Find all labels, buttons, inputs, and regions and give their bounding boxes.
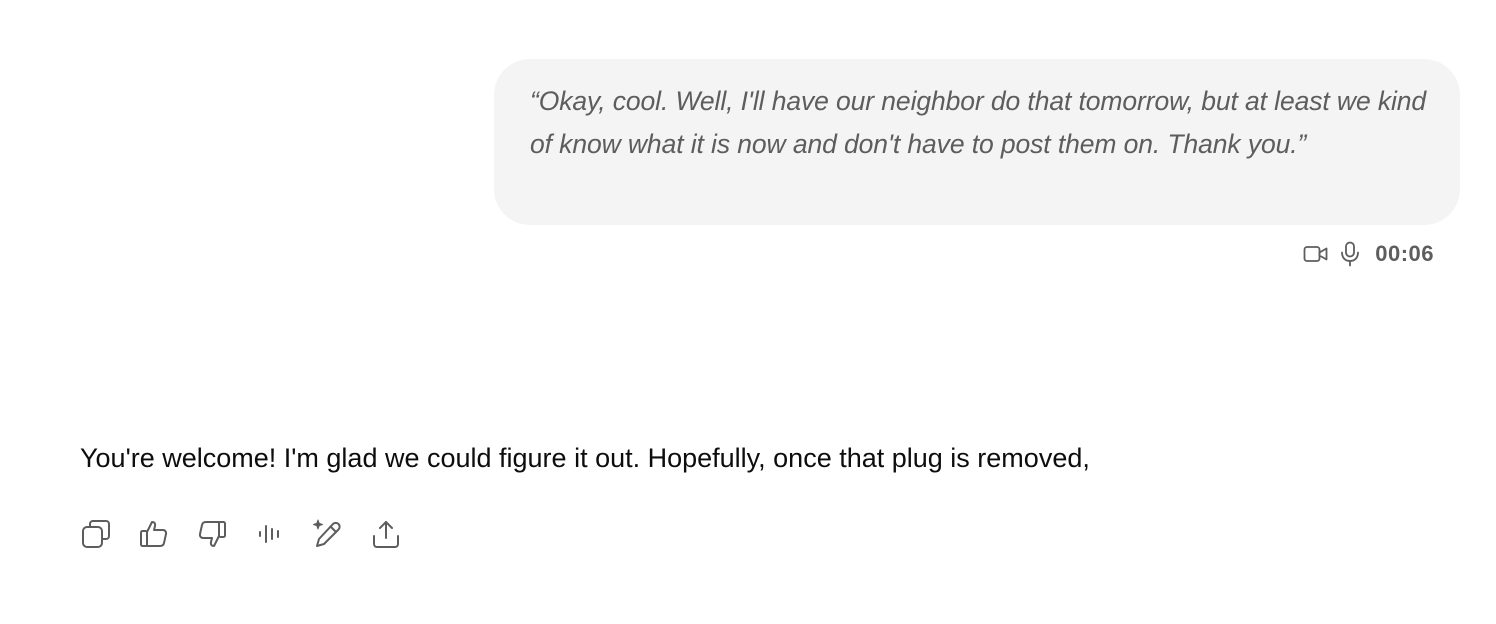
share-button[interactable]: [368, 514, 404, 554]
share-upload-icon: [370, 518, 402, 550]
copy-icon: [80, 518, 112, 550]
message-action-bar: [78, 514, 404, 554]
audio-waveform-icon: [254, 518, 286, 550]
thumbs-up-icon: [138, 518, 170, 550]
user-message-bubble: “Okay, cool. Well, I'll have our neighbo…: [494, 59, 1460, 225]
assistant-message-text: You're welcome! I'm glad we could figure…: [80, 443, 1090, 473]
voice-message-meta: 00:06: [1303, 239, 1434, 269]
user-message-text: “Okay, cool. Well, I'll have our neighbo…: [530, 86, 1427, 159]
copy-button[interactable]: [78, 514, 114, 554]
microphone-icon: [1337, 241, 1363, 267]
thumbs-down-button[interactable]: [194, 514, 230, 554]
thumbs-up-button[interactable]: [136, 514, 172, 554]
sparkle-pencil-icon: [311, 518, 345, 550]
edit-in-canvas-button[interactable]: [310, 514, 346, 554]
video-camera-icon: [1303, 241, 1329, 267]
thumbs-down-icon: [196, 518, 228, 550]
voice-duration: 00:06: [1375, 241, 1434, 266]
read-aloud-button[interactable]: [252, 514, 288, 554]
